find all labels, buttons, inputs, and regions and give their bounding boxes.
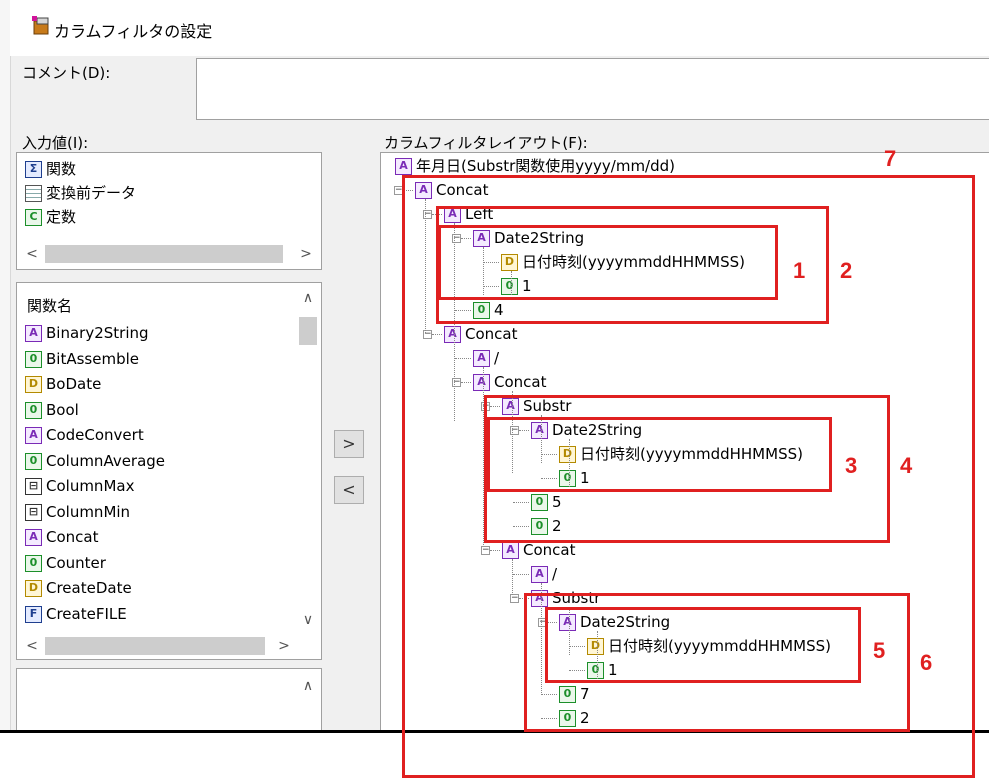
annotation-number: 6 [920, 650, 933, 675]
function-name: Concat [46, 528, 99, 546]
function-list-item[interactable]: A CodeConvert [25, 423, 144, 447]
tree-node-label: 年月日(Substr関数使用yyyy/mm/dd) [416, 157, 675, 175]
scroll-down-arrow[interactable]: ∨ [297, 609, 319, 631]
function-date-icon: D [25, 580, 42, 597]
scroll-left-arrow[interactable]: < [21, 635, 43, 657]
string-type-icon: A [395, 158, 412, 175]
annotation-number: 1 [793, 258, 806, 283]
function-date-icon: D [25, 376, 42, 393]
window-edge [0, 0, 11, 730]
description-panel: ∧ [16, 668, 322, 730]
function-number-icon: 0 [25, 350, 42, 368]
scroll-right-arrow[interactable]: > [295, 243, 317, 265]
function-name: BoDate [46, 375, 102, 393]
function-list-item[interactable]: D CreateDate [25, 576, 132, 600]
function-name: BitAssemble [46, 349, 139, 368]
function-list-item[interactable]: 0 BitAssemble [25, 347, 139, 371]
function-list-item[interactable]: D BoDate [25, 372, 101, 396]
function-list-item[interactable]: 0 Bool [25, 398, 79, 422]
scroll-up-arrow[interactable]: ∧ [297, 675, 319, 697]
function-list-header: 関数名 [27, 297, 73, 315]
scroll-right-arrow[interactable]: > [273, 635, 295, 657]
horizontal-scroll-thumb[interactable] [45, 637, 265, 655]
annotation-number: 3 [845, 453, 858, 478]
function-name: ColumnMin [46, 502, 131, 521]
function-string-icon: A [25, 427, 42, 444]
function-name: CreateDate [46, 579, 132, 597]
add-button[interactable]: > [334, 430, 364, 458]
function-name: ColumnAverage [46, 451, 166, 470]
function-list-item[interactable]: ⊟ ColumnMax [25, 474, 134, 498]
window-title: カラムフィルタの設定 [54, 22, 213, 41]
annotation-box [402, 175, 975, 778]
annotation-number: 7 [884, 146, 897, 171]
input-item-constant[interactable]: C 定数 [25, 205, 76, 229]
scroll-up-arrow[interactable]: ∧ [297, 287, 319, 309]
function-list-item[interactable]: 0 Counter [25, 551, 106, 575]
function-name: ColumnMax [46, 477, 135, 495]
input-list[interactable]: Σ 関数 変換前データ C 定数 < > [16, 152, 322, 270]
annotation-number: 2 [840, 258, 853, 283]
function-list-item[interactable]: A Binary2String [25, 321, 149, 345]
layout-label: カラムフィルタレイアウト(F): [384, 134, 588, 152]
function-list-item[interactable]: ⊟ ColumnMin [25, 500, 130, 524]
comment-input[interactable] [196, 58, 989, 120]
function-icon: Σ [25, 161, 42, 178]
function-name: CodeConvert [46, 426, 144, 444]
function-name: CreateFILE [46, 604, 127, 623]
constant-icon: C [25, 209, 42, 226]
function-string-icon: A [25, 325, 42, 342]
comment-label: コメント(D): [22, 64, 111, 82]
function-number-icon: 0 [25, 401, 42, 419]
annotation-number: 5 [873, 638, 886, 663]
function-list-item[interactable]: A Concat [25, 525, 98, 549]
scroll-left-arrow[interactable]: < [21, 243, 43, 265]
function-name: Binary2String [46, 324, 149, 342]
input-item-source-data[interactable]: 変換前データ [25, 181, 136, 205]
function-number-icon: 0 [25, 452, 42, 470]
function-file-icon: F [25, 605, 42, 623]
remove-button[interactable]: < [334, 476, 364, 504]
input-label: 入力値(I): [22, 134, 89, 152]
table-icon [25, 185, 42, 202]
function-string-icon: A [25, 529, 42, 546]
input-item-function[interactable]: Σ 関数 [25, 157, 76, 181]
function-list[interactable]: 関数名 A Binary2String 0 BitAssemble D BoDate 0 Bo… [16, 282, 322, 660]
vertical-scroll-thumb[interactable] [299, 317, 317, 345]
function-name: Bool [46, 400, 79, 419]
app-icon [32, 16, 49, 35]
title-bar: カラムフィルタの設定 [10, 0, 989, 56]
function-name: Counter [46, 553, 106, 572]
function-list-item[interactable]: 0 ColumnAverage [25, 449, 165, 473]
annotation-number: 4 [900, 453, 913, 478]
function-table-icon: ⊟ [25, 503, 42, 521]
function-list-item[interactable]: F CreateFILE [25, 602, 127, 626]
horizontal-scroll-thumb[interactable] [45, 245, 283, 263]
function-table-icon: ⊟ [25, 478, 42, 495]
tree-node[interactable]: A 年月日(Substr関数使用yyyy/mm/dd) [395, 155, 675, 177]
function-number-icon: 0 [25, 554, 42, 572]
